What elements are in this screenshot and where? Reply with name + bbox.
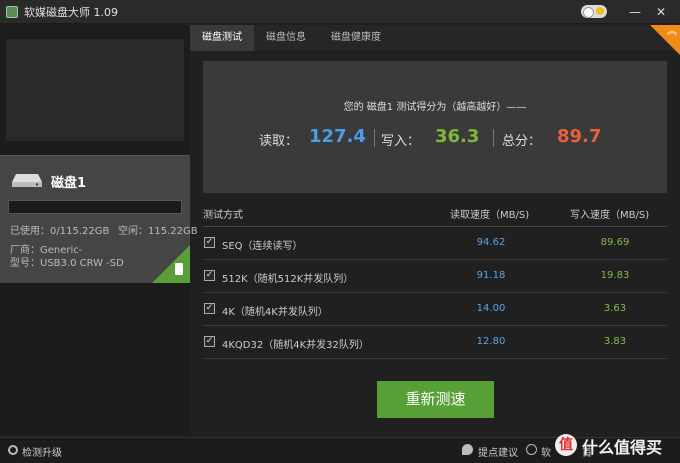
- table-row: ✓ 512K（随机512K并发队列） 91.18 19.83: [203, 260, 667, 293]
- disk-name: 磁盘1: [51, 176, 87, 191]
- minimize-button[interactable]: —: [624, 0, 646, 24]
- row-checkbox[interactable]: ✓: [204, 336, 215, 347]
- test-name: 4KQD32（随机4K并发32队列）: [222, 340, 369, 351]
- disk-drive-icon: [12, 174, 42, 187]
- test-name: SEQ（连续读写）: [222, 241, 303, 252]
- test-name: 512K（随机512K并发队列）: [222, 274, 354, 285]
- header-method: 测试方式: [203, 210, 243, 221]
- read-speed: 91.18: [476, 270, 506, 281]
- watermark-logo-icon: 值: [555, 434, 577, 456]
- tab-disk-test[interactable]: 磁盘测试: [190, 25, 254, 51]
- write-speed: 89.69: [600, 237, 630, 248]
- feedback-icon: [462, 444, 473, 455]
- app-logo-icon: [6, 5, 18, 18]
- tab-bar: 磁盘测试 磁盘信息 磁盘健康度 ︽: [190, 25, 680, 55]
- title-bar: 软媒磁盘大师 1.09 — ✕: [0, 0, 680, 24]
- read-speed: 94.62: [476, 237, 506, 248]
- status-bar: 检测升级 提点建议 软 首: [0, 437, 680, 463]
- read-label: 读取：: [259, 134, 299, 149]
- header-read: 读取速度（MB/S): [450, 210, 530, 221]
- write-speed: 3.83: [603, 336, 627, 347]
- disk-model: 型号：USB3.0 CRW -SD: [10, 258, 124, 269]
- disk-sidebar: 磁盘1 已使用：0/115.22GB 空闲：115.22GB 厂商：Generi…: [0, 25, 198, 435]
- write-speed: 3.63: [603, 303, 627, 314]
- power-icon: [8, 445, 18, 455]
- double-up-icon: ︽: [667, 26, 677, 37]
- table-row: ✓ SEQ（连续读写） 94.62 89.69: [203, 227, 667, 260]
- table-row: ✓ 4KQD32（随机4K并发32队列） 12.80 3.83: [203, 326, 667, 359]
- close-button[interactable]: ✕: [650, 0, 672, 24]
- score-divider: [374, 129, 375, 147]
- score-panel: 您的 磁盘1 测试得分为（越高越好）—— 读取： 127.4 写入： 36.3 …: [203, 61, 667, 193]
- write-speed: 19.83: [600, 270, 630, 281]
- tab-disk-health[interactable]: 磁盘健康度: [318, 25, 394, 51]
- total-score: 89.7: [557, 126, 602, 147]
- benchmark-table: 测试方式 读取速度（MB/S) 写入速度（MB/S) ✓ SEQ（连续读写） 9…: [203, 199, 667, 359]
- test-name: 4K（随机4K并发队列）: [222, 307, 328, 318]
- write-score: 36.3: [435, 126, 480, 147]
- table-row: ✓ 4K（随机4K并发队列） 14.00 3.63: [203, 293, 667, 326]
- row-checkbox[interactable]: ✓: [204, 270, 215, 281]
- software-link[interactable]: 软: [541, 444, 551, 459]
- score-divider: [493, 129, 494, 147]
- disk-free: 空闲：115.22GB: [118, 226, 198, 237]
- moon-icon: [596, 7, 604, 15]
- theme-toggle[interactable]: [581, 5, 607, 18]
- row-checkbox[interactable]: ✓: [204, 303, 215, 314]
- retest-button[interactable]: 重新测速: [377, 381, 494, 418]
- check-update-link[interactable]: 检测升级: [22, 444, 62, 459]
- write-label: 写入：: [381, 134, 421, 149]
- disk-vendor: 厂商：Generic-: [10, 245, 83, 256]
- usb-icon: [175, 263, 183, 275]
- tab-disk-info[interactable]: 磁盘信息: [254, 25, 318, 51]
- score-caption: 您的 磁盘1 测试得分为（越高越好）——: [343, 102, 527, 113]
- disk-preview-area: [6, 39, 184, 141]
- row-checkbox[interactable]: ✓: [204, 237, 215, 248]
- read-score: 127.4: [309, 126, 366, 147]
- total-label: 总分：: [502, 134, 542, 149]
- feedback-link[interactable]: 提点建议: [478, 444, 518, 459]
- globe-icon: [526, 444, 537, 455]
- window-title: 软媒磁盘大师 1.09: [24, 5, 118, 19]
- disk-usage-bar: [8, 200, 182, 214]
- read-speed: 12.80: [476, 336, 506, 347]
- read-speed: 14.00: [476, 303, 506, 314]
- disk-card[interactable]: 磁盘1 已使用：0/115.22GB 空闲：115.22GB 厂商：Generi…: [0, 155, 198, 283]
- table-header: 测试方式 读取速度（MB/S) 写入速度（MB/S): [203, 199, 667, 227]
- disk-used: 已使用：0/115.22GB: [10, 226, 110, 237]
- watermark-text: 什么值得买: [582, 438, 663, 457]
- usb-badge: [152, 245, 190, 283]
- header-write: 写入速度（MB/S): [570, 210, 650, 221]
